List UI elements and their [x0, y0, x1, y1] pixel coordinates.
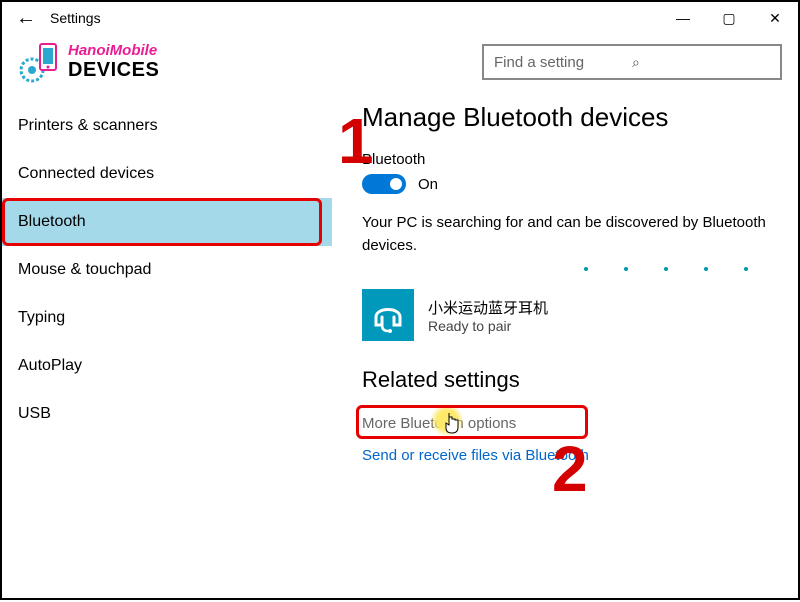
devices-heading: DEVICES: [68, 59, 159, 81]
logo-block: HanoiMobile DEVICES: [18, 40, 159, 84]
search-placeholder: Find a setting: [494, 54, 632, 71]
search-icon: ⌕: [632, 54, 770, 71]
related-settings-heading: Related settings: [362, 367, 778, 393]
sidebar-item-printers[interactable]: Printers & scanners: [2, 102, 332, 150]
minimize-button[interactable]: —: [660, 2, 706, 34]
sidebar-item-typing[interactable]: Typing: [2, 294, 332, 342]
sidebar-item-usb[interactable]: USB: [2, 390, 332, 438]
sidebar-item-label: Mouse & touchpad: [18, 261, 151, 279]
header: HanoiMobile DEVICES Find a setting ⌕: [2, 34, 798, 96]
sidebar-item-label: Printers & scanners: [18, 117, 158, 135]
device-item[interactable]: 小米运动蓝牙耳机 Ready to pair: [362, 289, 778, 341]
headset-icon: [362, 289, 414, 341]
sidebar-item-label: USB: [18, 405, 51, 423]
window-controls: — ▢ ✕: [660, 2, 798, 34]
sidebar-item-connected-devices[interactable]: Connected devices: [2, 150, 332, 198]
maximize-button[interactable]: ▢: [706, 2, 752, 34]
link-text: Send or receive files via Bluetooth: [362, 447, 589, 464]
sidebar-item-label: Connected devices: [18, 165, 154, 183]
bluetooth-toggle-row: On: [362, 174, 778, 194]
sidebar-item-bluetooth[interactable]: Bluetooth: [2, 198, 332, 246]
back-arrow-icon[interactable]: ←: [10, 7, 42, 30]
more-bluetooth-options-link[interactable]: More Bluetooth options: [362, 409, 778, 437]
gear-phone-icon: [18, 40, 62, 84]
sidebar-item-label: Bluetooth: [18, 213, 86, 231]
sidebar-item-autoplay[interactable]: AutoPlay: [2, 342, 332, 390]
brand-text: HanoiMobile: [68, 43, 159, 60]
sidebar: Printers & scanners Connected devices Bl…: [2, 96, 332, 602]
device-info: 小米运动蓝牙耳机 Ready to pair: [428, 297, 548, 334]
page-heading: Manage Bluetooth devices: [362, 102, 778, 133]
main-panel: Manage Bluetooth devices Bluetooth On Yo…: [332, 96, 798, 602]
device-name: 小米运动蓝牙耳机: [428, 297, 548, 318]
content: Printers & scanners Connected devices Bl…: [2, 96, 798, 602]
bluetooth-status-text: Your PC is searching for and can be disc…: [362, 212, 778, 257]
device-status: Ready to pair: [428, 318, 548, 334]
link-text: More Bluetooth options: [362, 415, 516, 432]
close-button[interactable]: ✕: [752, 2, 798, 34]
send-receive-files-link[interactable]: Send or receive files via Bluetooth: [362, 447, 778, 464]
sidebar-item-label: Typing: [18, 309, 65, 327]
titlebar: ← Settings — ▢ ✕: [2, 2, 798, 34]
toggle-state-text: On: [418, 176, 438, 193]
bluetooth-toggle[interactable]: [362, 174, 406, 194]
sidebar-item-label: AutoPlay: [18, 357, 82, 375]
window-title: Settings: [50, 10, 101, 26]
toggle-knob: [390, 178, 402, 190]
sidebar-item-mouse-touchpad[interactable]: Mouse & touchpad: [2, 246, 332, 294]
search-input[interactable]: Find a setting ⌕: [482, 44, 782, 80]
bluetooth-label: Bluetooth: [362, 151, 778, 168]
searching-indicator: [362, 267, 778, 271]
